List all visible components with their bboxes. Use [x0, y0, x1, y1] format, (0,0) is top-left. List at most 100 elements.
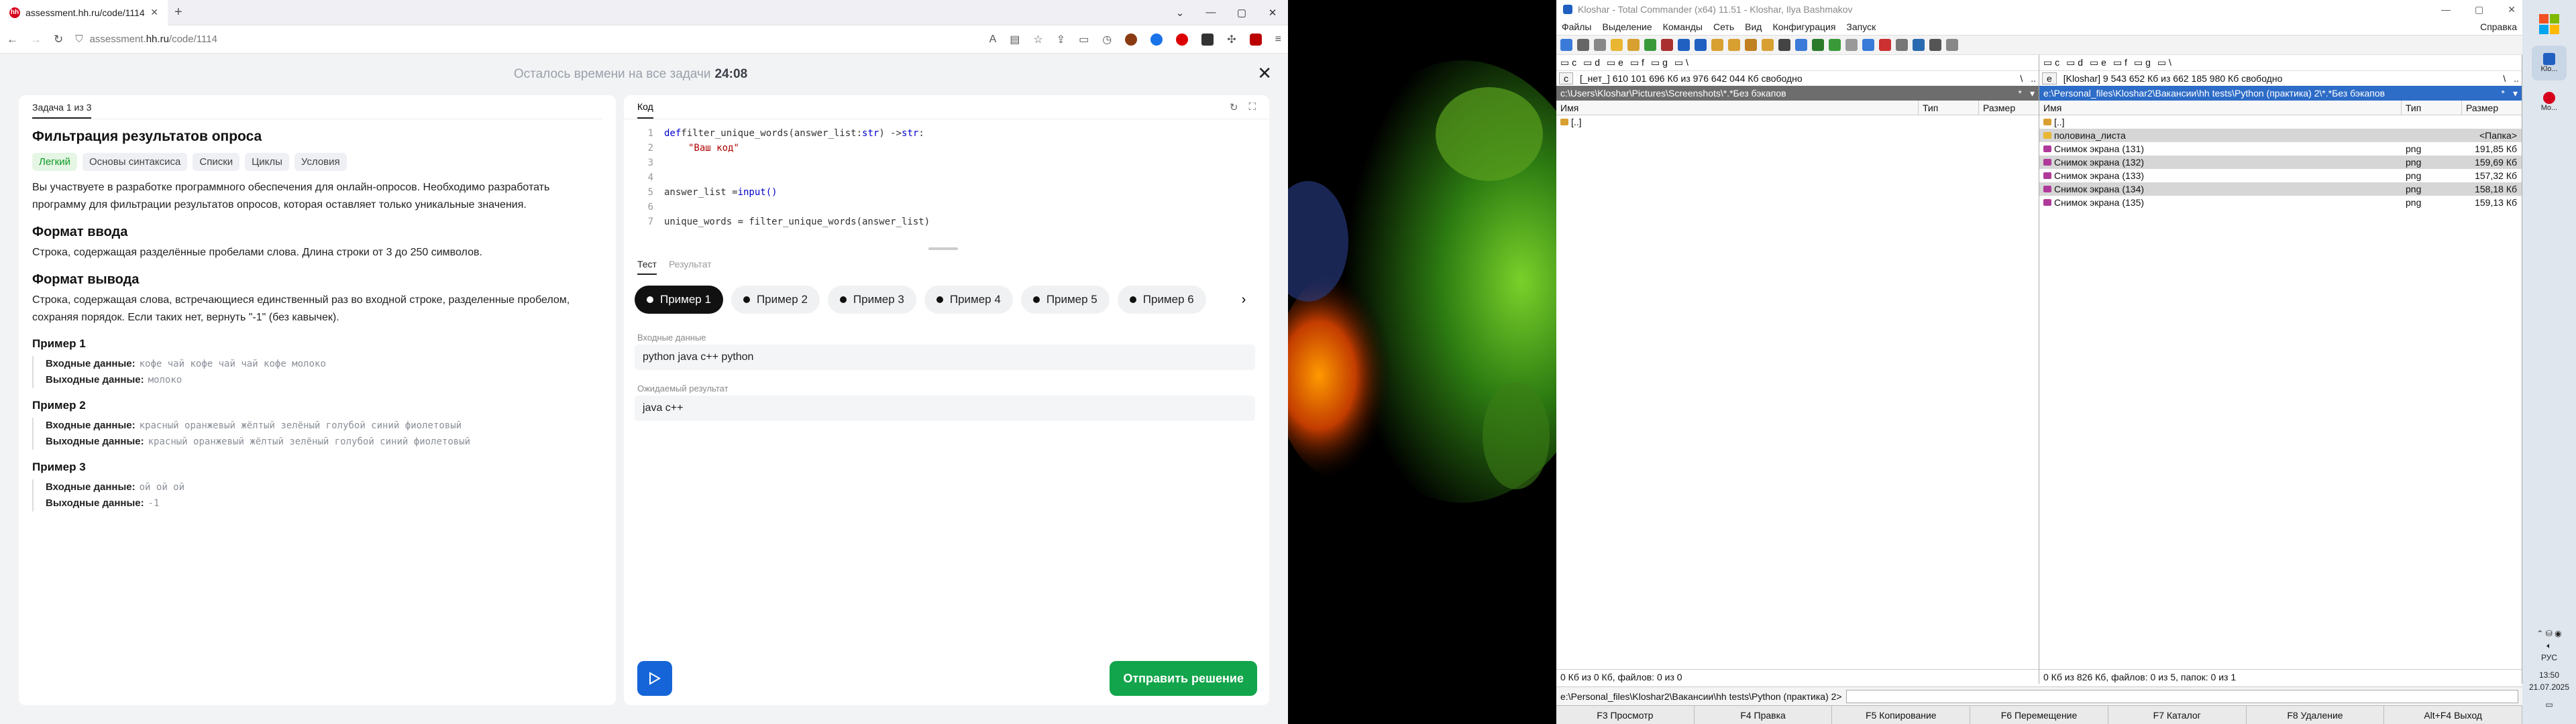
resize-handle[interactable] — [928, 247, 958, 250]
left-drive-select[interactable]: c — [1559, 72, 1573, 84]
forward-icon[interactable]: → — [30, 33, 42, 46]
close-window-icon[interactable]: ✕ — [1257, 7, 1288, 19]
minimize-icon[interactable]: — — [1195, 7, 1226, 19]
drive-g-button[interactable]: ▭ g — [1651, 57, 1668, 68]
menu-icon[interactable]: ≡ — [1275, 34, 1281, 46]
unpack-icon[interactable] — [1728, 39, 1740, 51]
example-pill[interactable]: Пример 3 — [827, 286, 916, 314]
file-row[interactable]: Снимок экрана (134) png 158,18 Кб — [2039, 182, 2522, 196]
drive-d-button[interactable]: ▭ d — [2066, 57, 2083, 68]
view-icon[interactable] — [1594, 39, 1606, 51]
settings-icon[interactable] — [1845, 39, 1858, 51]
example-pill[interactable]: Пример 2 — [731, 286, 820, 314]
profile-icon[interactable] — [1249, 33, 1262, 46]
file-row[interactable]: Снимок экрана (132) png 159,69 Кб — [2039, 156, 2522, 169]
file-row[interactable]: Снимок экрана (133) png 157,32 Кб — [2039, 169, 2522, 182]
file-row[interactable]: [..] — [2039, 115, 2522, 129]
maximize-icon[interactable]: ▢ — [1226, 7, 1257, 19]
back-icon[interactable]: ← — [7, 33, 18, 46]
menu-selection[interactable]: Выделение — [1602, 21, 1652, 32]
tool-icon[interactable] — [1929, 39, 1941, 51]
tab-result[interactable]: Результат — [669, 259, 712, 275]
tab-test[interactable]: Тест — [637, 259, 657, 275]
example-pill[interactable]: Пример 4 — [924, 286, 1013, 314]
deselect-icon[interactable] — [1661, 39, 1673, 51]
close-icon[interactable]: ✕ — [1257, 63, 1272, 84]
network-drive-button[interactable]: ▭ \ — [1674, 57, 1688, 68]
menu-network[interactable]: Сеть — [1713, 21, 1734, 32]
tool-icon[interactable] — [1946, 39, 1958, 51]
bookmark-star-icon[interactable]: ☆ — [1033, 33, 1042, 46]
new-tab-icon[interactable]: + — [174, 5, 182, 20]
address-bar[interactable]: ⛉ assessment.hh.ru/code/1114 — [75, 34, 217, 45]
extension-icon[interactable] — [1201, 33, 1214, 46]
taskbar-app-total-commander[interactable]: Klo... — [2532, 46, 2567, 80]
code-editor[interactable]: 1 def filter_unique_words(answer_list: st… — [637, 126, 1254, 240]
menu-commands[interactable]: Команды — [1663, 21, 1703, 32]
tool-icon[interactable] — [1879, 39, 1891, 51]
clock-date[interactable]: 21.07.2025 — [2522, 681, 2576, 693]
lister-icon[interactable] — [1862, 39, 1874, 51]
reader-icon[interactable]: ▤ — [1010, 33, 1020, 46]
site-info-icon[interactable]: ⛉ — [75, 34, 83, 45]
f5-copy-button[interactable]: F5 Копирование — [1832, 705, 1971, 724]
extensions-puzzle-icon[interactable]: ✣ — [1227, 33, 1236, 46]
chevron-right-icon[interactable]: › — [1229, 286, 1258, 314]
tab-list-icon[interactable]: ⌄ — [1165, 7, 1195, 19]
refresh-icon[interactable] — [1560, 39, 1572, 51]
folder-row[interactable]: половина_листа <Папка> — [2039, 129, 2522, 142]
col-size[interactable]: Размер — [2462, 101, 2521, 115]
f7-mkdir-button[interactable]: F7 Каталог — [2108, 705, 2247, 724]
taskbar-app-browser[interactable]: Mo... — [2532, 84, 2567, 119]
submit-button[interactable]: Отправить решение — [1110, 661, 1257, 696]
select-icon[interactable] — [1644, 39, 1656, 51]
share-icon[interactable]: ⇪ — [1057, 33, 1065, 46]
minimize-icon[interactable]: — — [2441, 4, 2451, 15]
file-row[interactable]: Снимок экрана (135) png 159,13 Кб — [2039, 196, 2522, 209]
tool-icon[interactable] — [1913, 39, 1925, 51]
clock-time[interactable]: 13:50 — [2522, 669, 2576, 681]
col-name[interactable]: Имя — [1556, 100, 1919, 115]
run-button[interactable] — [637, 661, 672, 696]
drive-f-button[interactable]: ▭ f — [1630, 57, 1644, 68]
menu-view[interactable]: Вид — [1745, 21, 1762, 32]
menu-files[interactable]: Файлы — [1562, 21, 1591, 32]
task-counter-tab[interactable]: Задача 1 из 3 — [32, 102, 92, 119]
drive-e-button[interactable]: ▭ e — [1607, 57, 1623, 68]
root-button[interactable]: \ — [2020, 73, 2023, 84]
drive-e-button[interactable]: ▭ e — [2090, 57, 2106, 68]
ftp-icon[interactable] — [1745, 39, 1757, 51]
col-type[interactable]: Тип — [2402, 100, 2462, 115]
compare-icon[interactable] — [1812, 39, 1824, 51]
extension-icon[interactable] — [1150, 33, 1163, 46]
command-input[interactable] — [1845, 689, 2518, 703]
menu-configuration[interactable]: Конфигурация — [1772, 21, 1835, 32]
drive-c-button[interactable]: ▭ c — [2043, 57, 2059, 68]
extension-icon[interactable] — [1125, 33, 1138, 46]
rename-icon[interactable] — [1795, 39, 1807, 51]
col-name[interactable]: Имя — [2039, 100, 2402, 115]
browser-tab[interactable]: hh assessment.hh.ru/code/1114 ✕ — [0, 0, 168, 25]
notifications-icon[interactable]: ▭ — [2522, 699, 2576, 711]
drive-c-button[interactable]: ▭ c — [1560, 57, 1576, 68]
cast-icon[interactable]: ▭ — [1079, 33, 1089, 46]
language-indicator[interactable]: РУС — [2522, 652, 2576, 664]
f6-move-button[interactable]: F6 Перемещение — [1970, 705, 2108, 724]
code-tab[interactable]: Код — [637, 96, 653, 119]
windows-start-icon[interactable] — [2532, 7, 2567, 42]
menu-help[interactable]: Справка — [2480, 21, 2517, 32]
alt-f4-exit-button[interactable]: Alt+F4 Выход — [2384, 705, 2522, 724]
adblock-icon[interactable] — [1176, 33, 1189, 46]
parent-button[interactable]: .. — [2031, 73, 2036, 84]
col-size[interactable]: Размер — [1979, 101, 2038, 115]
drive-d-button[interactable]: ▭ d — [1583, 57, 1600, 68]
example-pill[interactable]: Пример 6 — [1117, 286, 1206, 314]
forward-icon[interactable] — [1695, 39, 1707, 51]
reload-icon[interactable]: ↻ — [54, 33, 63, 46]
search-icon[interactable] — [1778, 39, 1790, 51]
parent-button[interactable]: .. — [2514, 73, 2519, 84]
reset-icon[interactable]: ↻ — [1230, 101, 1238, 113]
example-pill[interactable]: Пример 1 — [635, 286, 723, 314]
close-tab-icon[interactable]: ✕ — [150, 7, 158, 18]
volume-icon[interactable]: 🔈︎ — [2522, 640, 2576, 652]
